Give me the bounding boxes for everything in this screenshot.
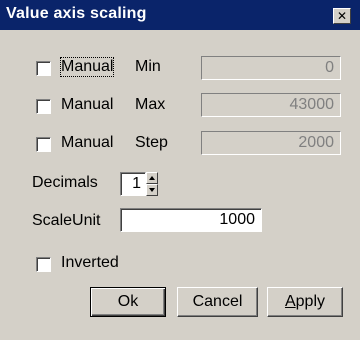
apply-button-label: Apply: [285, 293, 325, 311]
inverted-checkbox[interactable]: [36, 257, 51, 272]
apply-rest: pply: [295, 293, 326, 310]
max-field[interactable]: 43000: [201, 93, 341, 117]
spin-down-button[interactable]: [146, 184, 158, 196]
dialog-title: Value axis scaling: [6, 5, 147, 22]
manual-min-label[interactable]: Manual: [59, 57, 115, 77]
spin-up-button[interactable]: [146, 172, 158, 184]
step-label: Step: [135, 134, 168, 151]
scaleunit-field[interactable]: 1000: [120, 208, 262, 232]
close-button[interactable]: ✕: [333, 8, 351, 24]
apply-button[interactable]: Apply: [267, 287, 343, 317]
cancel-button[interactable]: Cancel: [177, 287, 258, 317]
manual-min-checkbox[interactable]: [36, 61, 51, 76]
decimals-spinner: [146, 172, 158, 196]
manual-step-label[interactable]: Manual: [61, 134, 113, 152]
apply-mnemonic: A: [284, 293, 296, 310]
title-bar: Value axis scaling ✕: [0, 0, 360, 30]
max-label: Max: [135, 96, 166, 113]
manual-max-checkbox[interactable]: [36, 99, 51, 114]
manual-step-checkbox[interactable]: [36, 137, 51, 152]
min-label: Min: [135, 58, 161, 75]
min-field[interactable]: 0: [201, 56, 341, 80]
scaleunit-label: ScaleUnit: [32, 212, 101, 229]
decimals-field[interactable]: 1: [120, 172, 146, 196]
ok-button-label: Ok: [117, 293, 139, 310]
step-field[interactable]: 2000: [201, 131, 341, 155]
ok-button[interactable]: Ok: [90, 287, 166, 317]
arrow-up-icon: [149, 176, 155, 180]
inverted-label[interactable]: Inverted: [61, 254, 119, 272]
value-axis-scaling-dialog: Value axis scaling ✕ Manual Min 0 Manual…: [0, 0, 362, 340]
arrow-down-icon: [149, 188, 155, 192]
decimals-label: Decimals: [32, 174, 98, 191]
cancel-button-label: Cancel: [192, 293, 243, 310]
close-icon: ✕: [336, 9, 348, 23]
manual-max-label[interactable]: Manual: [61, 96, 113, 114]
